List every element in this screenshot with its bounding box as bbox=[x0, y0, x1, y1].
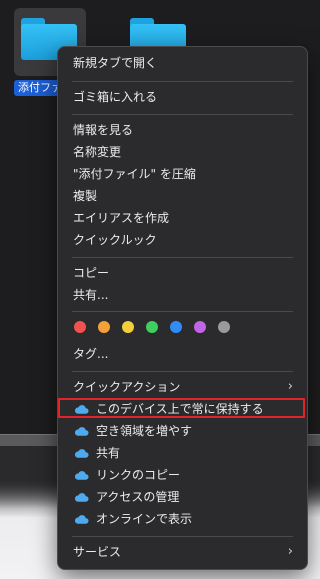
menu-item-share[interactable]: 共有... bbox=[64, 284, 301, 306]
menu-item-label: クイックルック bbox=[73, 233, 157, 247]
context-menu: 新規タブで開く ゴミ箱に入れる 情報を見る 名称変更 "添付ファイル" を圧縮 … bbox=[57, 46, 308, 570]
menu-item-copy[interactable]: コピー bbox=[64, 262, 301, 284]
menu-item-tags[interactable]: タグ... bbox=[64, 343, 301, 365]
onedrive-cloud-icon bbox=[74, 405, 89, 414]
menu-separator bbox=[72, 536, 293, 537]
menu-separator bbox=[72, 114, 293, 115]
onedrive-cloud-icon bbox=[74, 427, 89, 436]
tag-gray-dot[interactable] bbox=[218, 321, 230, 333]
tag-purple-dot[interactable] bbox=[194, 321, 206, 333]
menu-item-label: "添付ファイル" を圧縮 bbox=[73, 167, 196, 181]
menu-separator bbox=[72, 257, 293, 258]
menu-item-label: クイックアクション bbox=[73, 380, 181, 394]
menu-item-quick-look[interactable]: クイックルック bbox=[64, 229, 301, 251]
menu-item-label: 情報を見る bbox=[73, 123, 134, 137]
menu-item-label: リンクのコピー bbox=[96, 468, 181, 482]
menu-item-label: このデバイス上で常に保持する bbox=[96, 402, 264, 416]
tag-blue-dot[interactable] bbox=[170, 321, 182, 333]
chevron-right-icon: › bbox=[287, 379, 293, 394]
menu-item-always-keep-on-device[interactable]: このデバイス上で常に保持する bbox=[64, 398, 301, 420]
menu-item-label: 複製 bbox=[73, 189, 98, 203]
tag-green-dot[interactable] bbox=[146, 321, 158, 333]
menu-item-label: エイリアスを作成 bbox=[73, 211, 170, 225]
finder-screen: 添付ファ 新規タブで開く ゴミ箱に入れる 情報を見る 名称変更 "添付ファイル"… bbox=[0, 0, 320, 579]
menu-item-make-alias[interactable]: エイリアスを作成 bbox=[64, 207, 301, 229]
menu-item-label: サービス bbox=[73, 545, 122, 559]
tag-color-row bbox=[74, 321, 274, 335]
chevron-right-icon: › bbox=[287, 544, 293, 559]
menu-separator bbox=[72, 81, 293, 82]
menu-item-copy-link[interactable]: リンクのコピー bbox=[64, 464, 301, 486]
menu-item-label: コピー bbox=[73, 266, 110, 280]
menu-item-duplicate[interactable]: 複製 bbox=[64, 185, 301, 207]
menu-item-label: 共有 bbox=[96, 446, 121, 460]
menu-item-free-up-space[interactable]: 空き領域を増やす bbox=[64, 420, 301, 442]
menu-separator bbox=[72, 371, 293, 372]
menu-item-services[interactable]: サービス › bbox=[64, 541, 301, 563]
onedrive-cloud-icon bbox=[74, 449, 89, 458]
onedrive-cloud-icon bbox=[74, 471, 89, 480]
menu-item-label: 新規タブで開く bbox=[73, 56, 158, 70]
menu-item-label: タグ... bbox=[73, 347, 109, 361]
menu-item-move-to-trash[interactable]: ゴミ箱に入れる bbox=[64, 86, 301, 108]
menu-item-label: オンラインで表示 bbox=[96, 512, 193, 526]
menu-item-onedrive-share[interactable]: 共有 bbox=[64, 442, 301, 464]
menu-item-compress[interactable]: "添付ファイル" を圧縮 bbox=[64, 163, 301, 185]
menu-separator bbox=[72, 311, 293, 312]
onedrive-cloud-icon bbox=[74, 493, 89, 502]
menu-item-manage-access[interactable]: アクセスの管理 bbox=[64, 486, 301, 508]
menu-item-get-info[interactable]: 情報を見る bbox=[64, 119, 301, 141]
menu-item-rename[interactable]: 名称変更 bbox=[64, 141, 301, 163]
menu-item-view-online[interactable]: オンラインで表示 bbox=[64, 508, 301, 530]
tag-yellow-dot[interactable] bbox=[122, 321, 134, 333]
menu-item-label: 共有... bbox=[73, 288, 109, 302]
menu-item-open-in-new-tab[interactable]: 新規タブで開く bbox=[64, 52, 301, 74]
menu-item-label: 空き領域を増やす bbox=[96, 424, 193, 438]
menu-item-label: ゴミ箱に入れる bbox=[73, 90, 158, 104]
menu-item-label: 名称変更 bbox=[73, 145, 122, 159]
tag-orange-dot[interactable] bbox=[98, 321, 110, 333]
onedrive-cloud-icon bbox=[74, 515, 89, 524]
menu-item-quick-actions[interactable]: クイックアクション › bbox=[64, 376, 301, 398]
tag-red-dot[interactable] bbox=[74, 321, 86, 333]
menu-item-label: アクセスの管理 bbox=[96, 490, 180, 504]
